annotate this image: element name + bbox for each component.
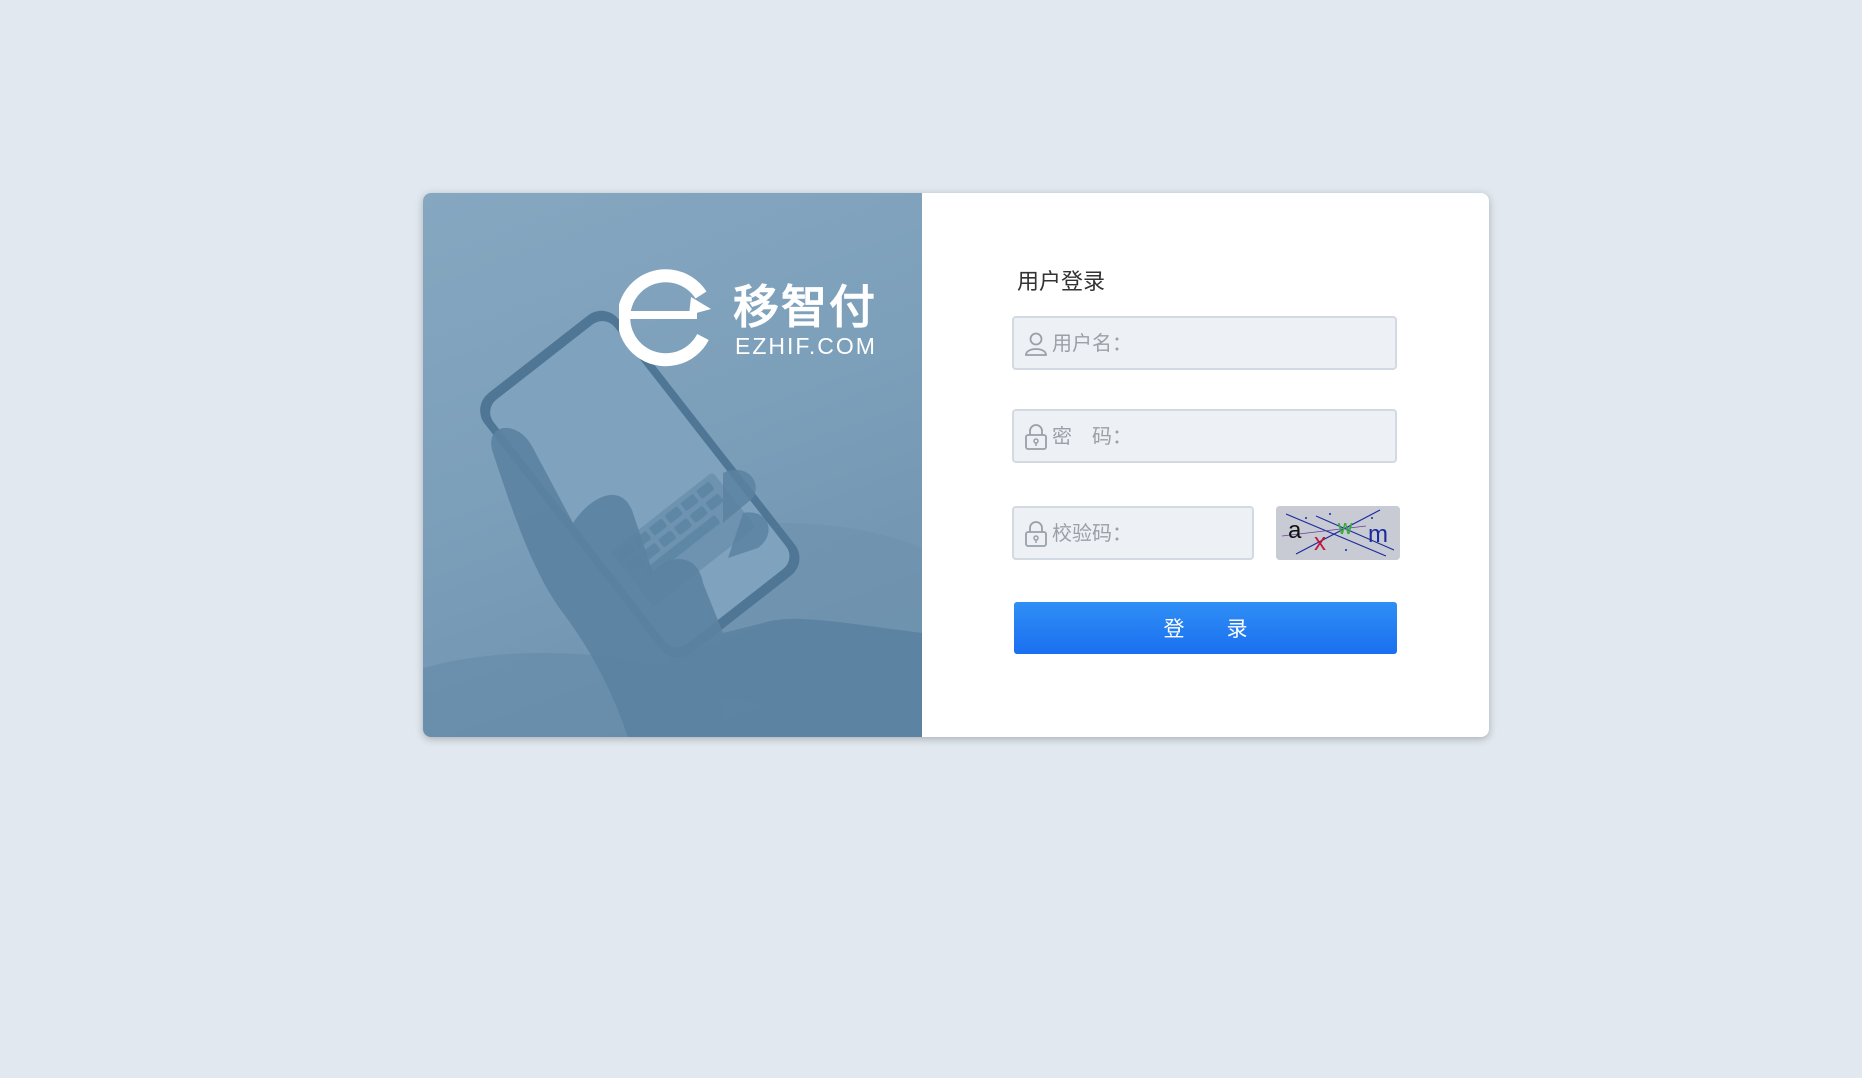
lock-icon xyxy=(1025,521,1047,547)
captcha-field[interactable] xyxy=(1012,506,1254,560)
form-title: 用户登录 xyxy=(1017,270,1106,295)
svg-text:a: a xyxy=(1288,517,1302,544)
captcha-graphic: a x w m xyxy=(1276,506,1400,560)
svg-text:w: w xyxy=(1337,517,1353,539)
login-form: 用户登录 用户名： 校验码： a x w m 登 录 xyxy=(423,193,1489,737)
svg-text:x: x xyxy=(1314,529,1326,556)
username-field[interactable] xyxy=(1012,316,1397,370)
login-button[interactable]: 登 录 xyxy=(1014,602,1397,654)
username-input[interactable] xyxy=(1052,318,1389,368)
password-field[interactable] xyxy=(1012,409,1397,463)
lock-icon xyxy=(1025,424,1047,450)
password-input[interactable] xyxy=(1052,411,1389,461)
captcha-input[interactable] xyxy=(1052,508,1246,558)
user-icon xyxy=(1025,332,1047,356)
captcha-image[interactable]: a x w m xyxy=(1276,506,1400,560)
svg-text:m: m xyxy=(1368,521,1388,548)
login-card: 移智付 EZHIF.COM 用户登录 用户名： 校验码： a x w m 登 录 xyxy=(423,193,1489,737)
